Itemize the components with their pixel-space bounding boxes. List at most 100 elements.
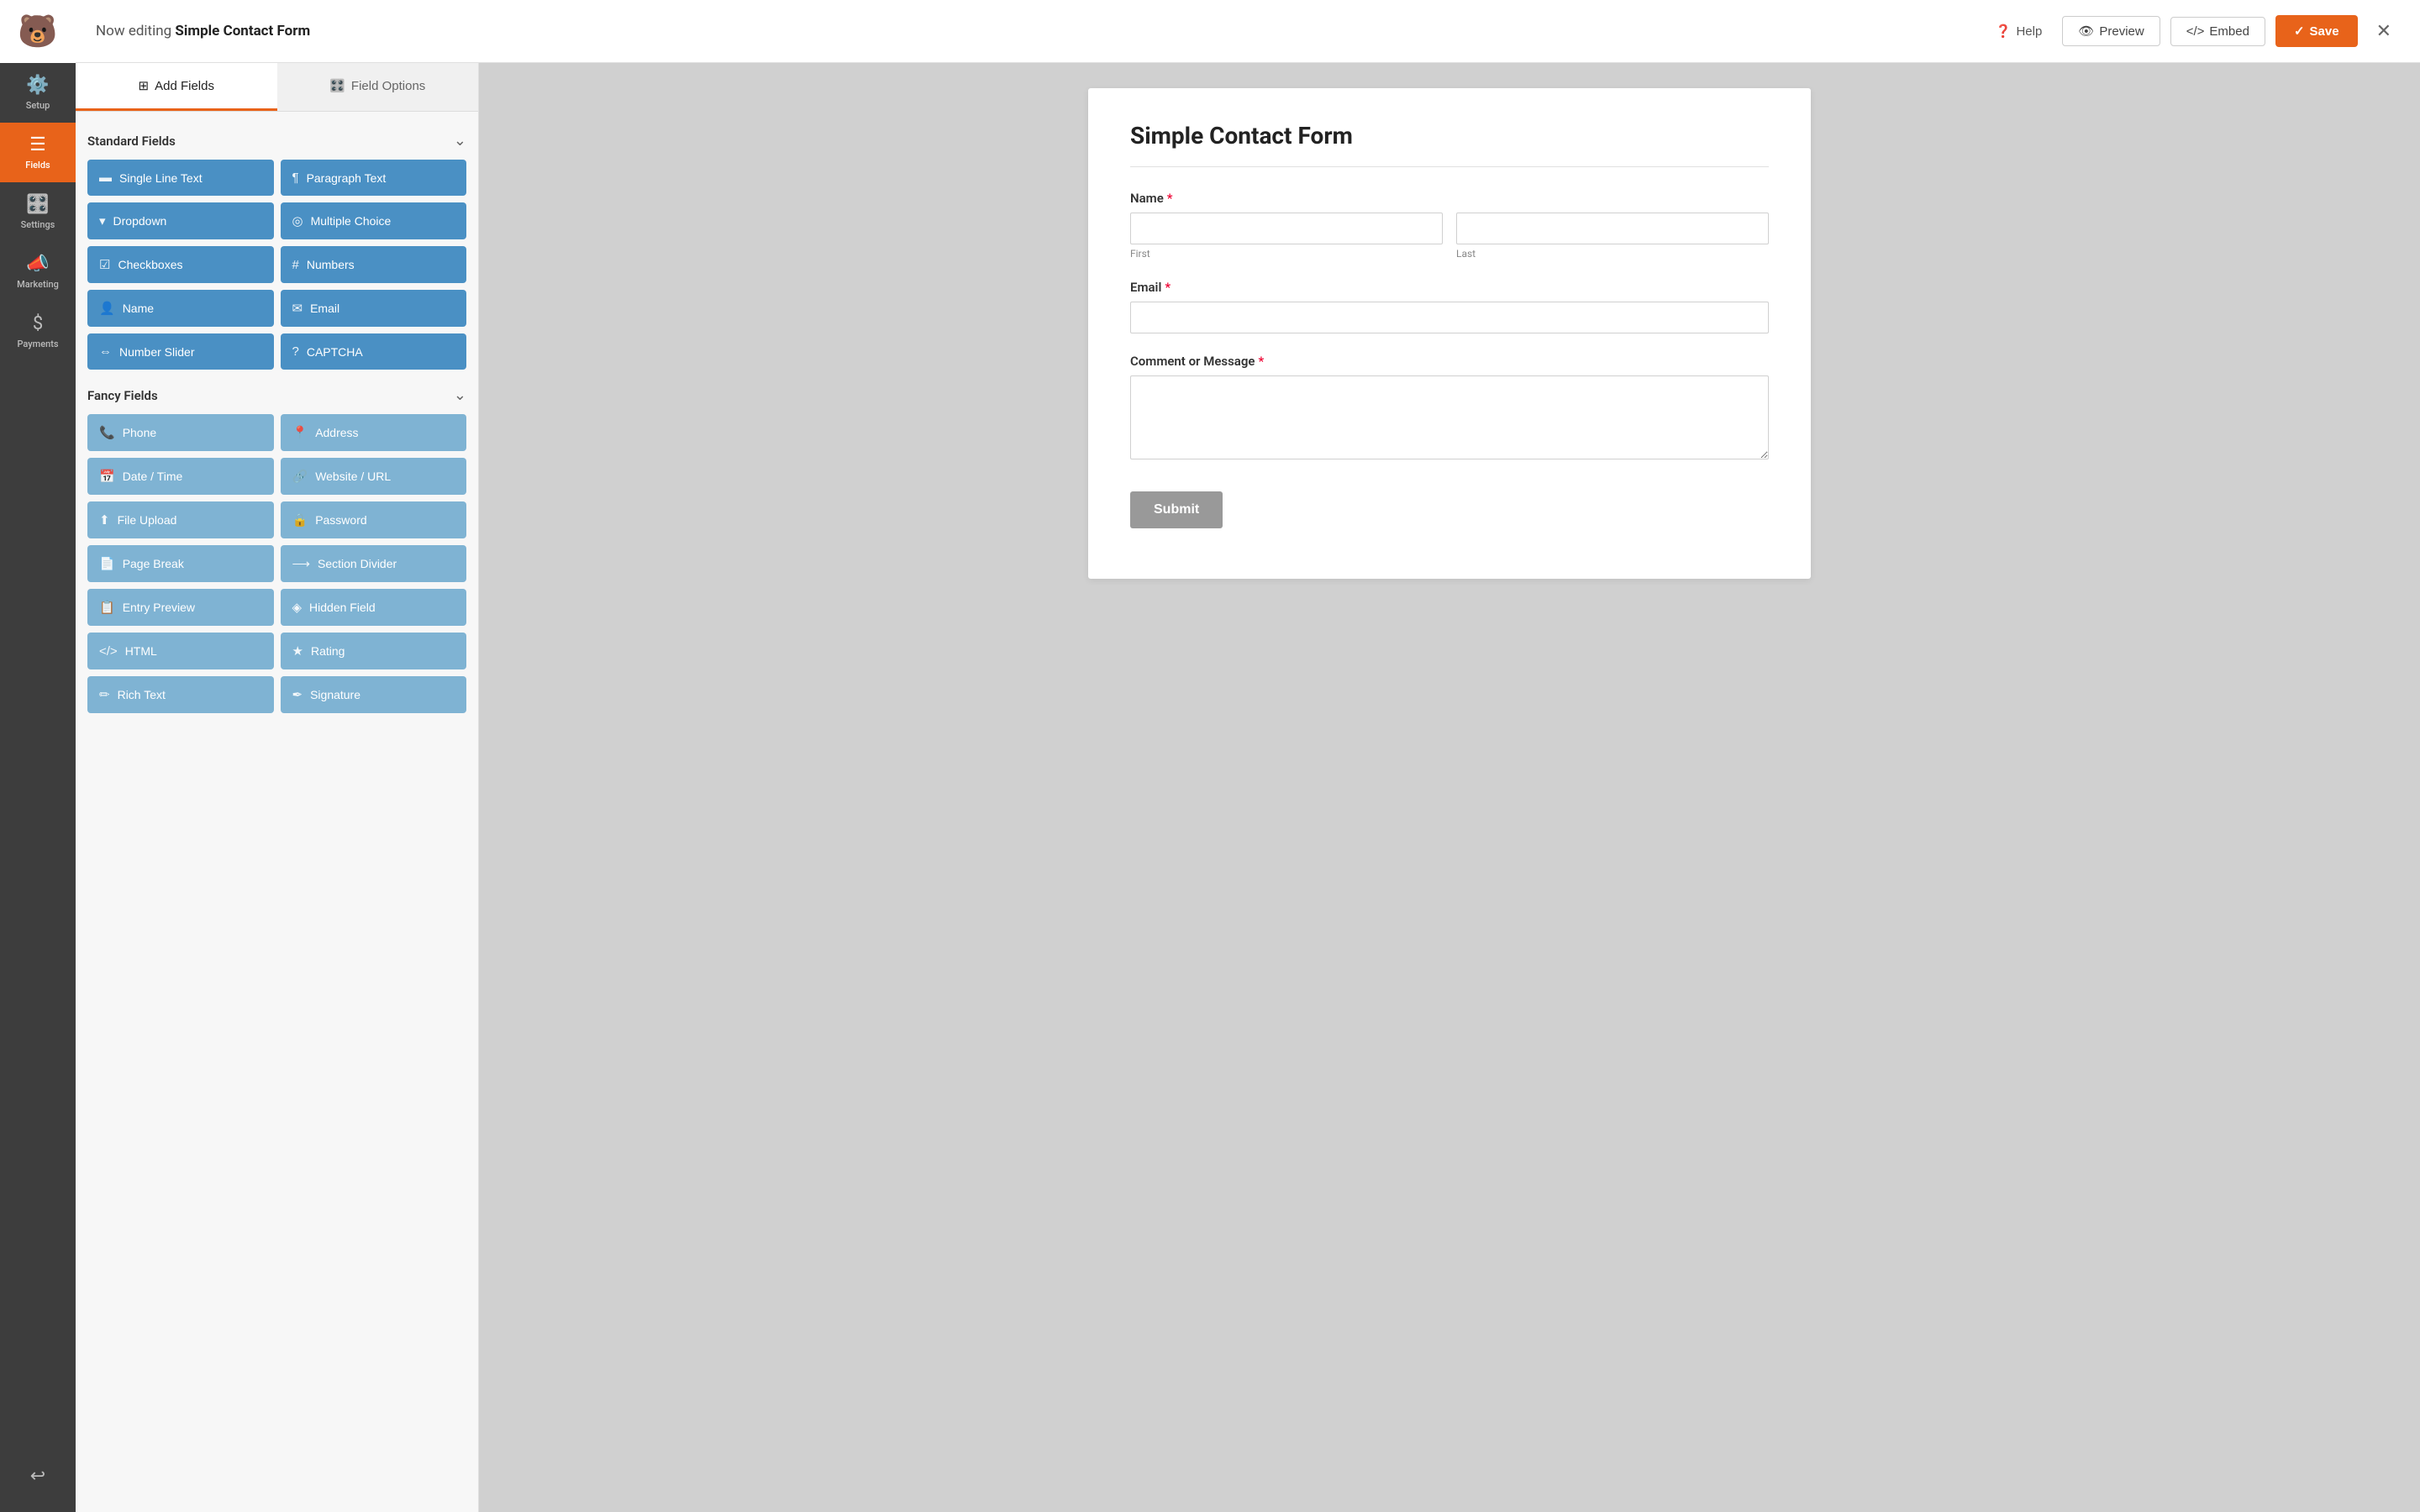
signature-label: Signature (310, 688, 360, 701)
content-row: ⊞ Add Fields 🎛️ Field Options Standard F… (76, 63, 2420, 1512)
sidebar-item-marketing[interactable]: 📣 Marketing (0, 242, 76, 302)
editing-prefix: Now editing (96, 23, 175, 39)
field-btn-checkboxes[interactable]: ☑ Checkboxes (87, 246, 274, 283)
field-btn-html[interactable]: </> HTML (87, 633, 274, 669)
comment-textarea[interactable] (1130, 375, 1769, 459)
form-name: Simple Contact Form (175, 23, 310, 39)
fields-icon: ☰ (29, 134, 46, 155)
sidebar-item-payments[interactable]: $ Payments (0, 302, 76, 361)
sidebar-item-fields[interactable]: ☰ Fields (0, 123, 76, 182)
fancy-fields-toggle[interactable]: ⌄ (454, 386, 466, 404)
form-divider (1130, 166, 1769, 167)
checkboxes-icon: ☑ (99, 257, 110, 272)
email-icon: ✉ (292, 301, 303, 316)
field-btn-captcha[interactable]: ? CAPTCHA (281, 333, 467, 370)
address-label: Address (315, 426, 358, 439)
last-name-input[interactable] (1456, 213, 1769, 244)
first-name-input[interactable] (1130, 213, 1443, 244)
entry-preview-icon: 📋 (99, 600, 115, 615)
field-btn-hidden-field[interactable]: ◈ Hidden Field (281, 589, 467, 626)
help-icon: ❓ (1996, 24, 2012, 39)
date-time-icon: 📅 (99, 469, 115, 484)
tab-add-fields[interactable]: ⊞ Add Fields (76, 63, 277, 111)
field-btn-dropdown[interactable]: ▾ Dropdown (87, 202, 274, 239)
main-content: Now editing Simple Contact Form ❓ Help 👁… (76, 0, 2420, 1512)
first-name-field: First (1130, 213, 1443, 260)
comment-label-text: Comment or Message (1130, 354, 1255, 369)
nav-logo: 🐻 (0, 0, 76, 63)
first-name-sublabel: First (1130, 248, 1443, 260)
save-button[interactable]: ✓ Save (2275, 15, 2358, 47)
numbers-label: Numbers (307, 258, 355, 271)
field-btn-paragraph-text[interactable]: ¶ Paragraph Text (281, 160, 467, 196)
form-title: Simple Contact Form (1130, 122, 1769, 150)
fields-scroll[interactable]: Standard Fields ⌄ ▬ Single Line Text ¶ P… (76, 112, 478, 1512)
email-field-label: Email * (1130, 280, 1769, 295)
close-button[interactable]: ✕ (2368, 15, 2400, 47)
fields-panel: ⊞ Add Fields 🎛️ Field Options Standard F… (76, 63, 479, 1512)
standard-fields-toggle[interactable]: ⌄ (454, 132, 466, 150)
multiple-choice-label: Multiple Choice (311, 214, 392, 228)
section-divider-label: Section Divider (318, 557, 397, 570)
field-btn-date-time[interactable]: 📅 Date / Time (87, 458, 274, 495)
page-break-label: Page Break (123, 557, 184, 570)
submit-button[interactable]: Submit (1130, 491, 1223, 528)
email-input[interactable] (1130, 302, 1769, 333)
field-btn-password[interactable]: 🔒 Password (281, 501, 467, 538)
field-btn-single-line-text[interactable]: ▬ Single Line Text (87, 160, 274, 196)
form-field-email: Email * (1130, 280, 1769, 333)
logo-bear-icon: 🐻 (18, 13, 57, 50)
undo-icon: ↩ (30, 1466, 45, 1487)
help-label: Help (2016, 24, 2042, 39)
field-btn-rating[interactable]: ★ Rating (281, 633, 467, 669)
form-field-name: Name * First Last (1130, 191, 1769, 260)
help-button[interactable]: ❓ Help (1986, 17, 2053, 45)
standard-fields-title: Standard Fields (87, 134, 176, 149)
sidebar-label-payments: Payments (17, 339, 58, 349)
rating-icon: ★ (292, 643, 303, 659)
sidebar-item-setup[interactable]: ⚙️ Setup (0, 63, 76, 123)
field-btn-page-break[interactable]: 📄 Page Break (87, 545, 274, 582)
number-slider-icon: ⇔ (99, 344, 112, 359)
field-btn-rich-text[interactable]: ✏ Rich Text (87, 676, 274, 713)
multiple-choice-icon: ◎ (292, 213, 303, 228)
embed-button[interactable]: </> Embed (2170, 17, 2265, 46)
sidebar-item-undo[interactable]: ↩ (30, 1454, 45, 1499)
fancy-fields-title: Fancy Fields (87, 388, 158, 403)
field-btn-section-divider[interactable]: ⟶ Section Divider (281, 545, 467, 582)
field-btn-multiple-choice[interactable]: ◎ Multiple Choice (281, 202, 467, 239)
section-divider-icon: ⟶ (292, 556, 311, 571)
setup-icon: ⚙️ (26, 75, 49, 96)
phone-label: Phone (123, 426, 156, 439)
sidebar-item-settings[interactable]: 🎛️ Settings (0, 182, 76, 242)
single-line-text-label: Single Line Text (119, 171, 203, 185)
sidebar-label-fields: Fields (25, 160, 50, 171)
field-btn-signature[interactable]: ✒ Signature (281, 676, 467, 713)
name-icon: 👤 (99, 301, 115, 316)
name-required-star: * (1167, 191, 1173, 206)
sidebar-label-settings: Settings (21, 219, 55, 230)
tab-bar: ⊞ Add Fields 🎛️ Field Options (76, 63, 478, 112)
name-label: Name (123, 302, 154, 315)
field-btn-phone[interactable]: 📞 Phone (87, 414, 274, 451)
paragraph-text-icon: ¶ (292, 171, 299, 185)
field-btn-file-upload[interactable]: ⬆ File Upload (87, 501, 274, 538)
save-label: Save (2310, 24, 2339, 39)
email-label: Email (310, 302, 339, 315)
rich-text-icon: ✏ (99, 687, 110, 702)
page-break-icon: 📄 (99, 556, 115, 571)
preview-button[interactable]: 👁 Preview (2062, 16, 2160, 46)
field-btn-numbers[interactable]: # Numbers (281, 246, 467, 283)
name-label-text: Name (1130, 191, 1164, 206)
field-btn-number-slider[interactable]: ⇔ Number Slider (87, 333, 274, 370)
field-btn-address[interactable]: 📍 Address (281, 414, 467, 451)
hidden-field-label: Hidden Field (309, 601, 376, 614)
top-header: Now editing Simple Contact Form ❓ Help 👁… (76, 0, 2420, 63)
field-btn-name[interactable]: 👤 Name (87, 290, 274, 327)
field-btn-email[interactable]: ✉ Email (281, 290, 467, 327)
field-btn-website-url[interactable]: 🔗 Website / URL (281, 458, 467, 495)
file-upload-icon: ⬆ (99, 512, 110, 528)
checkboxes-label: Checkboxes (118, 258, 182, 271)
tab-field-options[interactable]: 🎛️ Field Options (277, 63, 479, 111)
field-btn-entry-preview[interactable]: 📋 Entry Preview (87, 589, 274, 626)
